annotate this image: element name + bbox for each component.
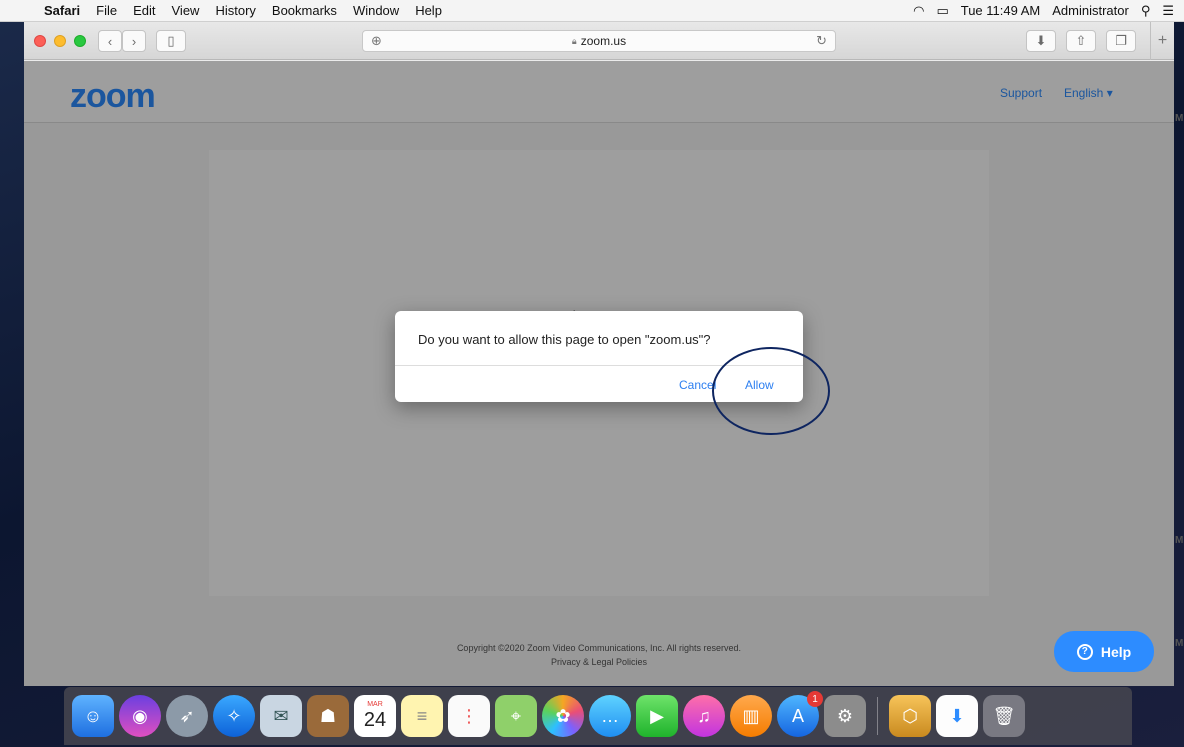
battery-icon[interactable]: ▭ [936, 3, 948, 19]
menu-history[interactable]: History [207, 3, 263, 18]
notification-center-icon[interactable]: ☰ [1162, 3, 1174, 19]
dialog-message: Do you want to allow this page to open "… [418, 332, 711, 347]
facetime-icon[interactable]: ▶ [636, 695, 678, 737]
edge-marker: M [1175, 535, 1184, 546]
notes-icon[interactable]: ≡ [401, 695, 443, 737]
dock: ☺ ◉ ➶ ✧ ✉ ☗ MAR 24 ≡ ⋮ ⌖ ✿ … ▶ ♫ ▥ A1 ⚙ … [64, 687, 1132, 745]
trash-icon[interactable]: 🗑︎ [983, 695, 1025, 737]
menu-bar: Safari File Edit View History Bookmarks … [0, 0, 1184, 22]
system-preferences-icon[interactable]: ⚙ [824, 695, 866, 737]
app-store-icon[interactable]: A1 [777, 691, 823, 737]
reminders-icon[interactable]: ⋮ [448, 695, 490, 737]
new-tab-button[interactable]: + [1150, 22, 1174, 60]
back-button[interactable]: ‹ [98, 30, 122, 52]
fullscreen-window-button[interactable] [74, 35, 86, 47]
menu-window[interactable]: Window [345, 3, 407, 18]
share-icon[interactable]: ⇧ [1066, 30, 1096, 52]
edge-marker: M [1175, 638, 1184, 649]
minimize-window-button[interactable] [54, 35, 66, 47]
downloads-stack-icon[interactable]: ⬇ [936, 695, 978, 737]
close-window-button[interactable] [34, 35, 46, 47]
messages-icon[interactable]: … [589, 695, 631, 737]
photos-icon[interactable]: ✿ [542, 695, 584, 737]
package-icon[interactable]: ⬡ [889, 695, 931, 737]
calendar-day: 24 [363, 708, 387, 731]
finder-icon[interactable]: ☺ [72, 695, 114, 737]
launchpad-icon[interactable]: ➶ [166, 695, 208, 737]
highlight-circle [712, 347, 830, 435]
help-button[interactable]: ? Help [1054, 631, 1154, 672]
url-text: zoom.us [580, 34, 627, 48]
app-store-badge: 1 [807, 691, 823, 707]
maps-icon[interactable]: ⌖ [495, 695, 537, 737]
sidebar-toggle-icon[interactable]: ▯ [156, 30, 186, 52]
menu-app-name[interactable]: Safari [36, 3, 88, 18]
menu-clock[interactable]: Tue 11:49 AM [961, 3, 1041, 18]
forward-button[interactable]: › [122, 30, 146, 52]
menu-file[interactable]: File [88, 3, 125, 18]
itunes-icon[interactable]: ♫ [683, 695, 725, 737]
safari-icon[interactable]: ✧ [213, 695, 255, 737]
address-bar[interactable]: ⊕ 🔒︎ zoom.us ↻ [362, 30, 836, 52]
lock-icon: 🔒︎ [571, 35, 577, 46]
help-label: Help [1100, 643, 1132, 660]
books-icon[interactable]: ▥ [730, 695, 772, 737]
calendar-month: MAR [367, 700, 383, 708]
edge-marker: M [1175, 113, 1184, 124]
downloads-icon[interactable]: ⬇ [1026, 30, 1056, 52]
menu-view[interactable]: View [164, 3, 208, 18]
siri-icon[interactable]: ◉ [119, 695, 161, 737]
browser-toolbar: ‹ › ▯ ⊕ 🔒︎ zoom.us ↻ ⬇ ⇧ ❐ + [24, 22, 1174, 60]
reload-icon[interactable]: ↻ [816, 33, 827, 49]
dock-divider [877, 697, 878, 735]
menu-edit[interactable]: Edit [125, 3, 163, 18]
contacts-icon[interactable]: ☗ [307, 695, 349, 737]
mail-icon[interactable]: ✉ [260, 695, 302, 737]
menu-bookmarks[interactable]: Bookmarks [264, 3, 345, 18]
spotlight-icon[interactable]: ⚲ [1141, 3, 1151, 19]
help-icon: ? [1076, 643, 1093, 660]
calendar-icon[interactable]: MAR 24 [354, 695, 396, 737]
tabs-overview-icon[interactable]: ❐ [1106, 30, 1136, 52]
menu-help[interactable]: Help [407, 3, 450, 18]
wifi-icon[interactable]: ◠ [913, 3, 924, 19]
site-settings-icon[interactable]: ⊕ [371, 33, 382, 49]
menu-user[interactable]: Administrator [1052, 3, 1129, 18]
cancel-button[interactable]: Cancel [679, 378, 716, 392]
